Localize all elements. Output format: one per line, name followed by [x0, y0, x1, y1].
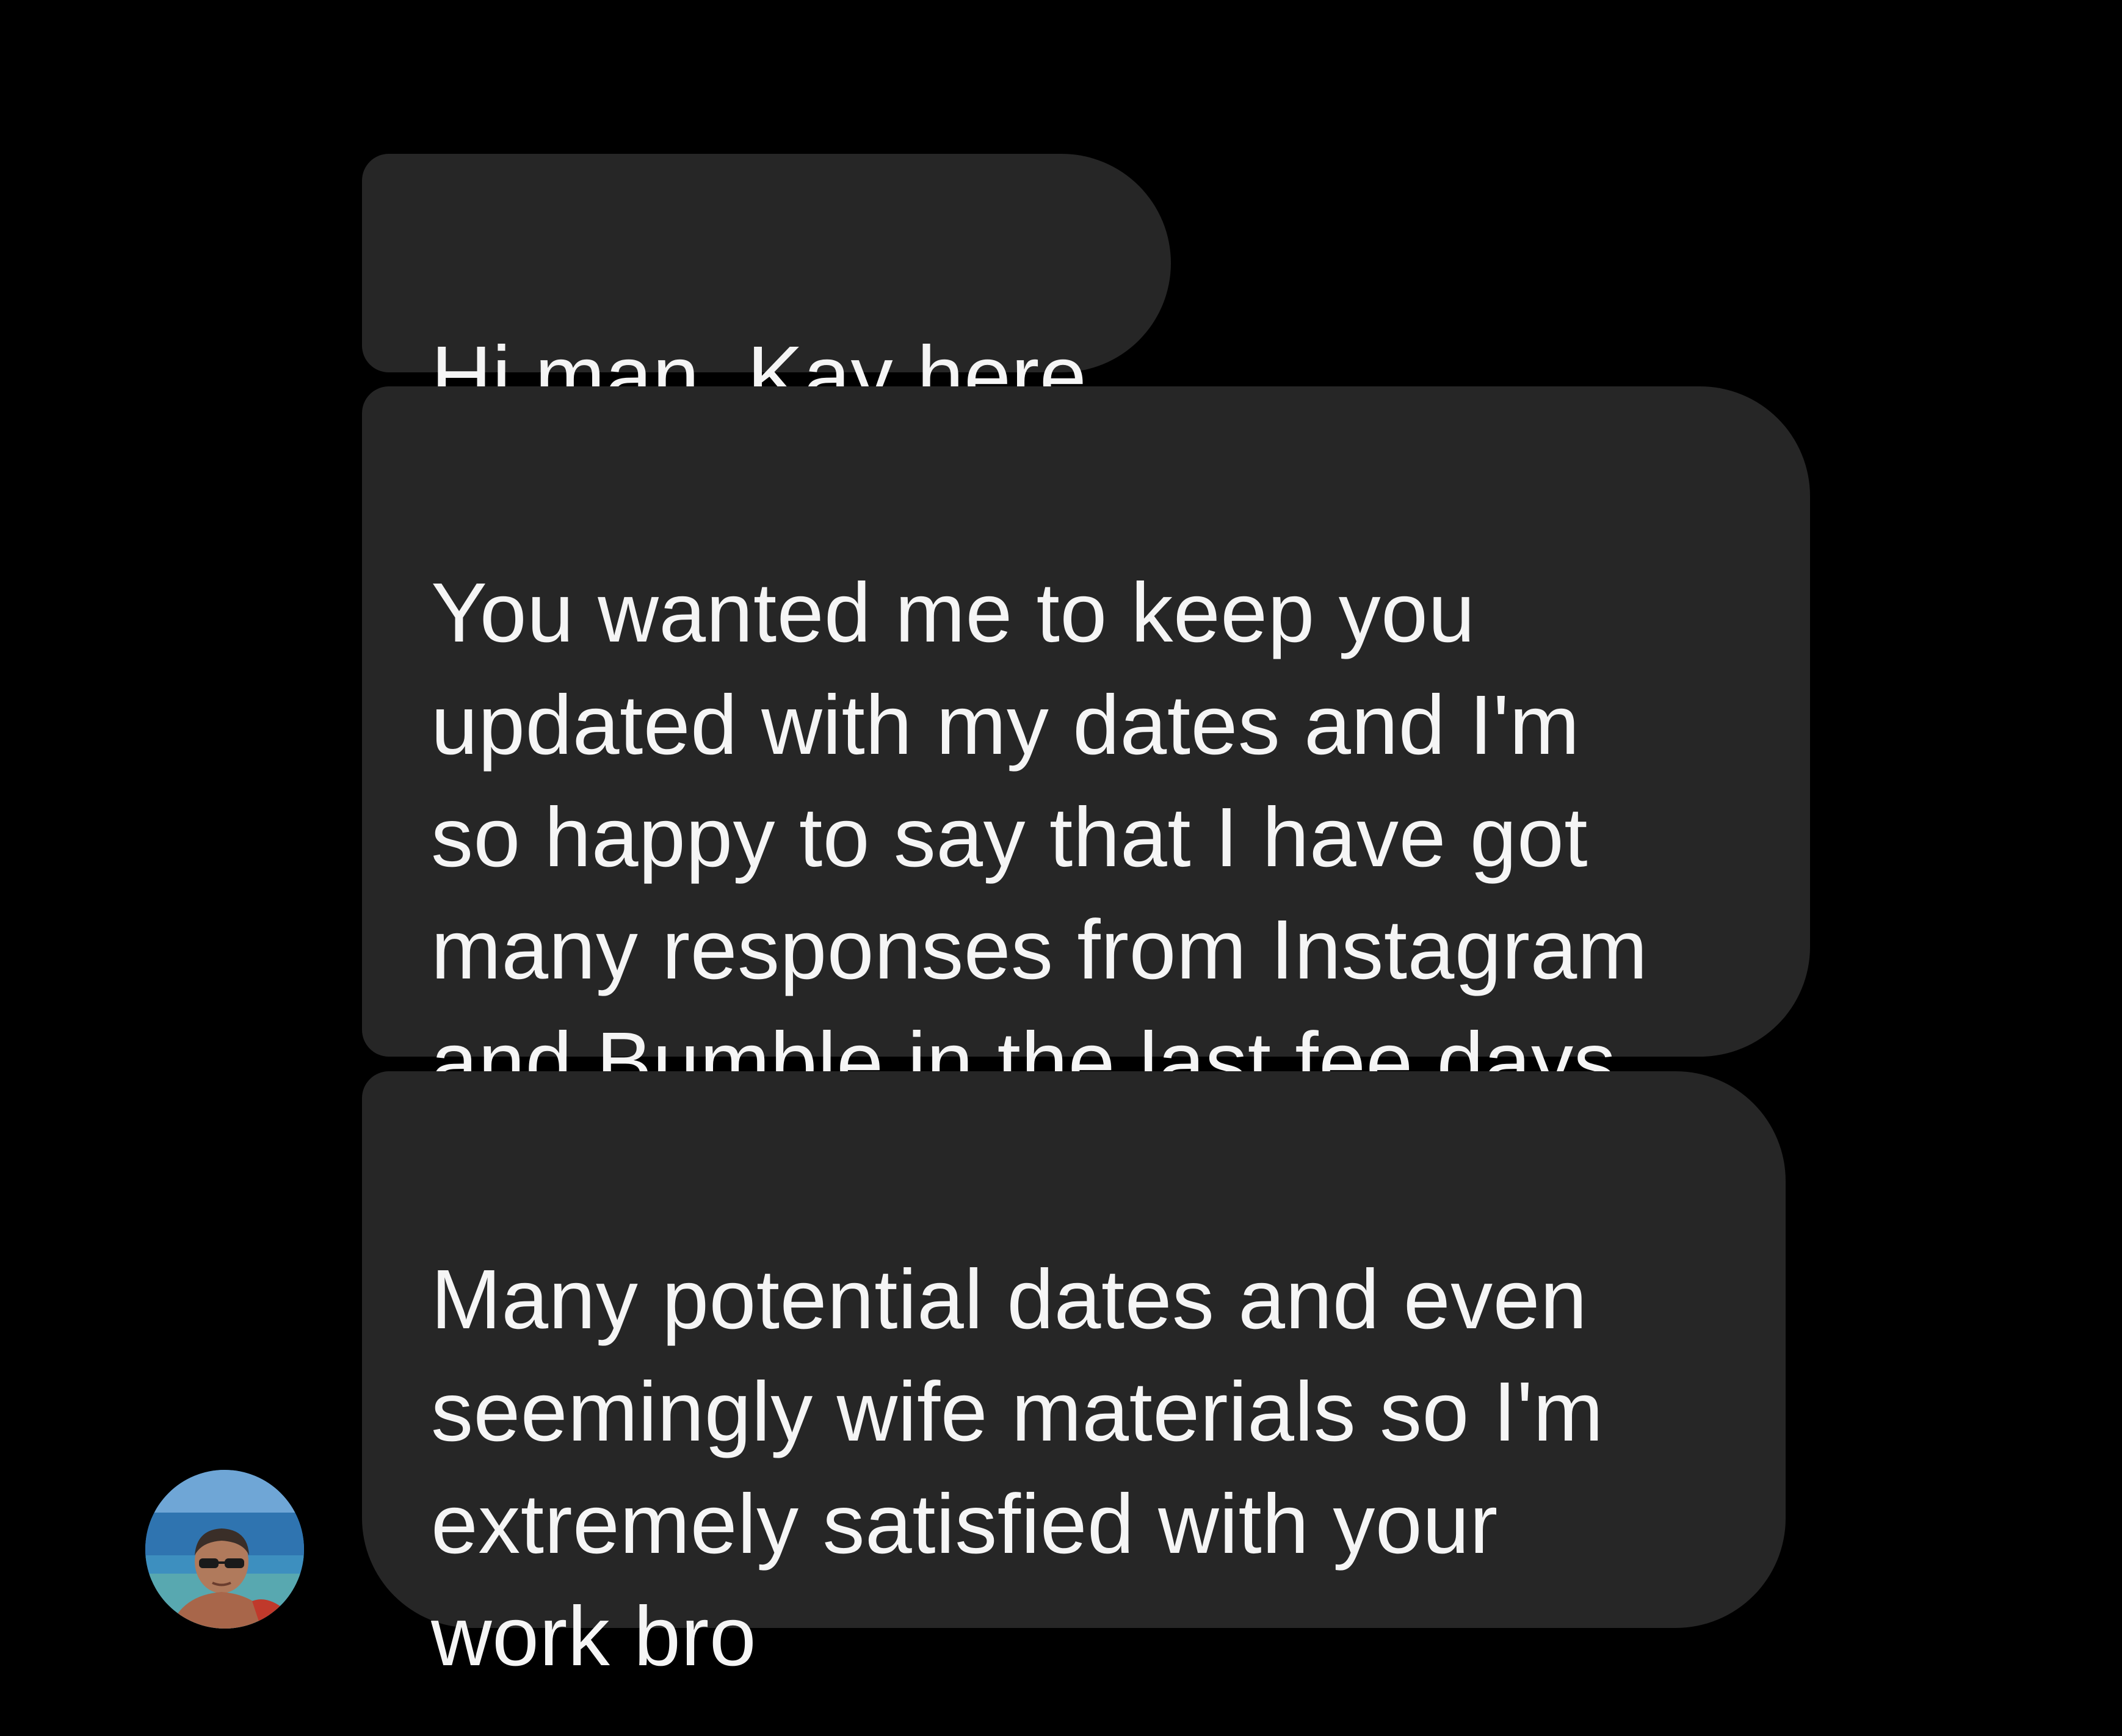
message-text: You wanted me to keep you updated with m… [431, 566, 1648, 1109]
avatar[interactable] [145, 1470, 304, 1629]
message-bubble[interactable]: You wanted me to keep you updated with m… [362, 386, 1810, 1109]
message-bubble[interactable]: Hi man, Kay here [362, 154, 1171, 423]
message-text: Many potential dates and even seemingly … [431, 1253, 1604, 1684]
sender-avatar-photo-icon [145, 1470, 304, 1629]
chat-thread: Hi man, Kay here You wanted me to keep y… [0, 0, 2122, 1736]
message-bubble[interactable]: Many potential dates and even seemingly … [362, 1071, 1786, 1684]
